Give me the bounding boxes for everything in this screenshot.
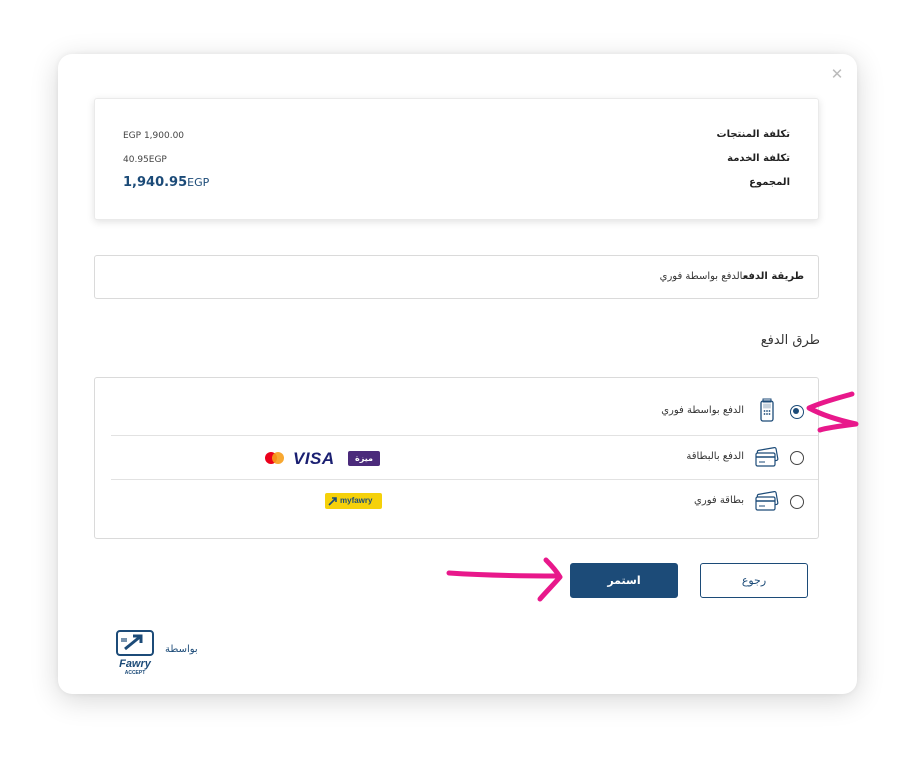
payment-options-list: الدفع بواسطة فوري الدفع بالبطاقة VISA مي…	[94, 377, 819, 539]
total-label: المجموع	[749, 177, 790, 188]
pos-terminal-icon	[760, 398, 774, 422]
myfawry-arrow-icon	[328, 497, 337, 506]
summary-row-total: المجموع 1,940.95EGP	[123, 175, 790, 195]
option-card-payment-label: الدفع بالبطاقة	[686, 451, 744, 462]
card-brands: VISA ميزة	[265, 448, 387, 468]
service-cost-label: تكلفة الخدمة	[727, 153, 790, 164]
total-value: 1,940.95EGP	[123, 175, 209, 190]
credit-card-icon	[755, 446, 779, 467]
radio-card-payment[interactable]	[790, 451, 804, 465]
back-button[interactable]: رجوع	[700, 563, 808, 598]
visa-logo: VISA	[293, 449, 335, 468]
option-card-payment[interactable]: الدفع بالبطاقة VISA ميزة	[111, 435, 818, 479]
payment-modal: ✕ تكلفة المنتجات EGP 1,900.00 تكلفة الخد…	[58, 54, 857, 694]
credit-card-icon	[755, 490, 779, 511]
total-currency: EGP	[187, 176, 210, 189]
myfawry-text: myfawry	[340, 496, 373, 505]
selected-method-value: الدفع بواسطة فوري	[659, 271, 743, 282]
radio-fawry-pay[interactable]	[790, 405, 804, 419]
svg-text:Fawry: Fawry	[119, 658, 152, 670]
meeza-logo: ميزة	[348, 451, 380, 466]
products-cost-label: تكلفة المنتجات	[716, 129, 790, 140]
fawry-accept-logo: Fawry ACCEPT	[116, 630, 154, 676]
selected-method-bar: طريقة الدفعالدفع بواسطة فوري	[94, 255, 819, 299]
close-icon[interactable]: ✕	[829, 66, 845, 82]
option-fawry-pay-label: الدفع بواسطة فوري	[661, 405, 744, 416]
total-amount: 1,940.95	[123, 175, 188, 190]
option-fawry-card-label: بطاقة فوري	[694, 495, 744, 506]
mastercard-logo	[265, 452, 285, 464]
selected-method-text: طريقة الدفعالدفع بواسطة فوري	[660, 271, 804, 282]
service-cost-value: 40.95EGP	[123, 155, 167, 165]
option-fawry-card[interactable]: بطاقة فوري myfawry	[111, 479, 818, 523]
summary-row-service: تكلفة الخدمة 40.95EGP	[123, 153, 790, 171]
products-cost-value: EGP 1,900.00	[123, 131, 185, 141]
option-fawry-pay[interactable]: الدفع بواسطة فوري	[111, 390, 818, 434]
powered-by-label: بواسطة	[165, 644, 198, 655]
order-summary-card: تكلفة المنتجات EGP 1,900.00 تكلفة الخدمة…	[94, 98, 819, 220]
selected-method-label: طريقة الدفع	[742, 271, 804, 282]
summary-row-products: تكلفة المنتجات EGP 1,900.00	[123, 129, 790, 147]
continue-button[interactable]: استمر	[570, 563, 678, 598]
myfawry-logo: myfawry	[325, 493, 382, 509]
radio-fawry-card[interactable]	[790, 495, 804, 509]
payment-methods-title: طرق الدفع	[760, 333, 820, 348]
svg-text:ACCEPT: ACCEPT	[125, 670, 146, 676]
